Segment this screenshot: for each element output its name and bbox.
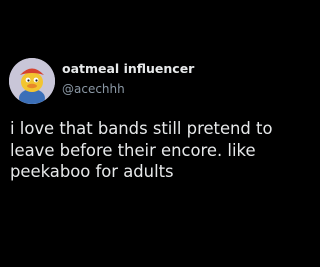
author-display-name[interactable]: oatmeal influencer	[62, 61, 194, 77]
avatar[interactable]	[9, 58, 55, 104]
author-handle[interactable]: @acechhh	[62, 81, 125, 97]
cartoon-character-avatar-icon	[9, 58, 55, 104]
tweet-card: oatmeal influencer @acechhh i love that …	[0, 0, 300, 267]
tweet-text: i love that bands still pretend to leave…	[10, 119, 273, 181]
